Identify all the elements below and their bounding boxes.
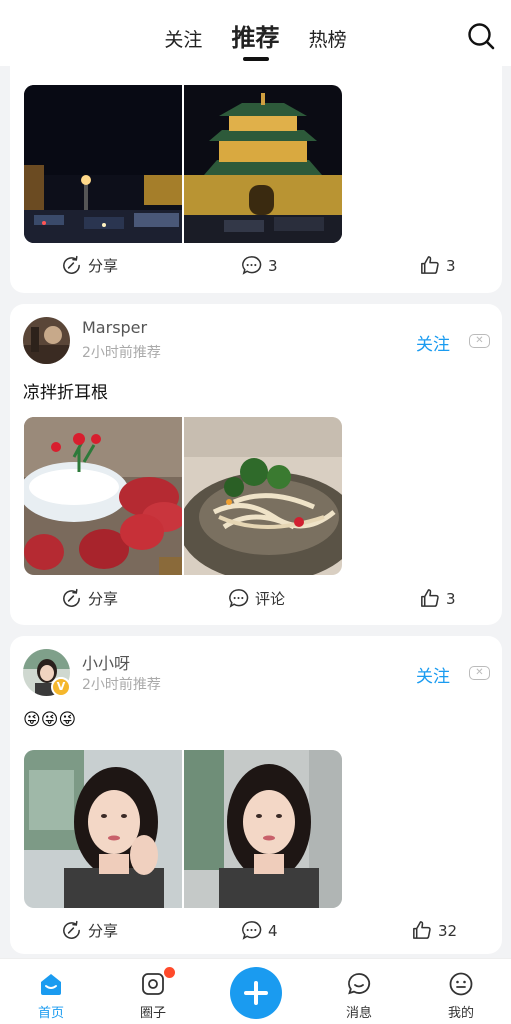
close-icon[interactable]: ✕ xyxy=(469,666,490,680)
share-label: 分享 xyxy=(88,257,119,275)
message-icon xyxy=(348,973,371,995)
username[interactable]: 小小呀 xyxy=(82,650,130,674)
like-button[interactable]: 3 xyxy=(418,584,488,614)
top-bar: 关注 推荐 热榜 xyxy=(0,0,511,66)
nav-profile-label: 我的 xyxy=(447,1006,474,1021)
post-image[interactable] xyxy=(184,417,342,575)
share-label: 分享 xyxy=(88,922,119,940)
post-images xyxy=(24,750,342,908)
tab-recommended[interactable]: 推荐 xyxy=(232,18,280,61)
verified-badge-icon: V xyxy=(51,677,71,697)
post-image[interactable] xyxy=(24,750,182,908)
comment-button[interactable]: 3 xyxy=(240,251,320,281)
share-icon xyxy=(63,920,80,939)
circle-icon xyxy=(142,973,164,995)
comment-icon xyxy=(242,921,262,940)
home-icon xyxy=(41,974,61,995)
tab-following[interactable]: 关注 xyxy=(164,25,202,52)
create-post-button[interactable] xyxy=(230,967,282,1019)
thumbs-up-icon xyxy=(421,256,439,274)
nav-messages-label: 消息 xyxy=(345,1006,372,1021)
comment-icon xyxy=(229,589,249,608)
post-card[interactable]: V 小小呀 2小时前推荐 关注 ✕ 😜😜😜 分享 4 32 xyxy=(10,636,502,954)
post-images xyxy=(24,85,342,243)
tab-trending[interactable]: 热榜 xyxy=(309,25,347,52)
post-card[interactable]: 分享 3 3 xyxy=(10,46,502,293)
avatar[interactable] xyxy=(23,317,70,364)
like-count: 32 xyxy=(438,922,458,940)
post-time: 2小时前推荐 xyxy=(82,677,161,693)
like-button[interactable]: 32 xyxy=(410,916,480,946)
comment-icon xyxy=(242,256,262,275)
post-actions: 分享 4 32 xyxy=(10,916,502,946)
share-button[interactable]: 分享 xyxy=(60,916,140,946)
close-icon[interactable]: ✕ xyxy=(469,334,490,348)
nav-circle[interactable]: 圈子 xyxy=(113,959,193,1024)
post-image[interactable] xyxy=(184,85,342,243)
thumbs-up-icon xyxy=(413,921,431,939)
comment-count: 4 xyxy=(268,922,278,940)
bottom-nav: 首页 圈子 消息 我的 xyxy=(0,958,511,1024)
share-icon xyxy=(63,588,80,607)
thumbs-up-icon xyxy=(421,589,439,607)
post-image[interactable] xyxy=(24,85,182,243)
nav-circle-label: 圈子 xyxy=(139,1006,166,1021)
post-images xyxy=(24,417,342,575)
follow-button[interactable]: 关注 xyxy=(416,330,450,355)
profile-icon xyxy=(449,972,473,996)
post-image[interactable] xyxy=(24,417,182,575)
post-time: 2小时前推荐 xyxy=(82,345,161,361)
follow-button[interactable]: 关注 xyxy=(416,662,450,687)
share-icon xyxy=(63,255,80,274)
like-button[interactable]: 3 xyxy=(418,251,488,281)
share-button[interactable]: 分享 xyxy=(60,584,140,614)
comment-button[interactable]: 4 xyxy=(240,916,320,946)
nav-profile[interactable]: 我的 xyxy=(421,959,501,1024)
like-count: 3 xyxy=(446,590,456,608)
post-card[interactable]: Marsper 2小时前推荐 关注 ✕ 凉拌折耳根 分享 评论 3 xyxy=(10,304,502,625)
post-text: 😜😜😜 xyxy=(23,710,77,730)
comment-label: 评论 xyxy=(255,590,286,608)
share-label: 分享 xyxy=(88,590,119,608)
app-screen: 关注 推荐 热榜 分享 3 3 Marsper 2小时前推荐 关注 ✕ 凉拌折耳… xyxy=(0,0,511,1024)
nav-home[interactable]: 首页 xyxy=(11,959,91,1024)
post-text: 凉拌折耳根 xyxy=(23,383,108,403)
nav-messages[interactable]: 消息 xyxy=(319,959,399,1024)
post-actions: 分享 评论 3 xyxy=(10,584,502,614)
post-actions: 分享 3 3 xyxy=(10,251,502,281)
nav-home-label: 首页 xyxy=(37,1006,64,1021)
comment-button[interactable]: 评论 xyxy=(227,584,307,614)
like-count: 3 xyxy=(446,257,456,275)
search-icon[interactable] xyxy=(467,22,495,50)
feed-tabs: 关注 推荐 热榜 xyxy=(0,18,511,61)
share-button[interactable]: 分享 xyxy=(60,251,140,281)
post-image[interactable] xyxy=(184,750,342,908)
username[interactable]: Marsper xyxy=(82,318,147,337)
notification-badge xyxy=(164,967,175,978)
comment-count: 3 xyxy=(268,257,278,275)
